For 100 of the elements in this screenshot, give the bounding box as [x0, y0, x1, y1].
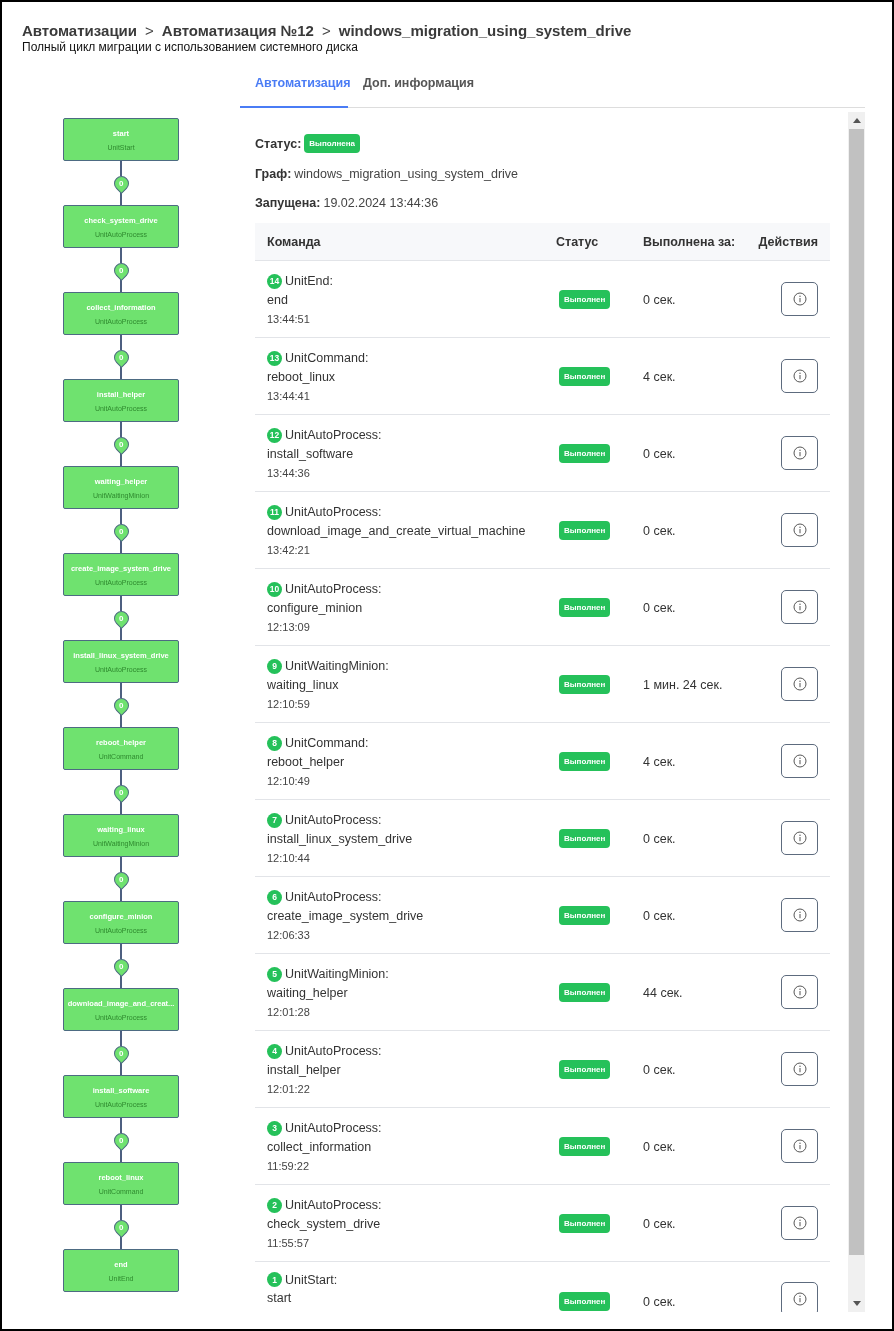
command-name: end — [267, 292, 288, 307]
command-name: check_system_drive — [267, 1216, 381, 1231]
command-time: 13:44:36 — [267, 466, 310, 479]
info-button[interactable] — [781, 1129, 818, 1163]
command-time: 12:10:49 — [267, 774, 310, 787]
started-label: Запущена: — [255, 195, 321, 210]
info-icon — [792, 523, 807, 537]
step-number-badge: 4 — [267, 1043, 282, 1059]
info-icon — [792, 600, 807, 614]
command-time: 13:44:51 — [267, 312, 310, 325]
info-button[interactable] — [781, 1282, 818, 1312]
command-type: UnitWaitingMinion: — [285, 659, 389, 673]
scroll-up-icon[interactable] — [852, 118, 861, 123]
step-number-badge: 12 — [267, 427, 282, 443]
step-number-badge: 8 — [267, 735, 282, 751]
column-header: Выполнена за: — [642, 234, 737, 249]
duration-cell: 0 сек. — [643, 524, 676, 538]
info-button[interactable] — [781, 282, 818, 316]
command-type: UnitWaitingMinion: — [285, 967, 389, 981]
status-badge: Выполнен — [559, 1292, 611, 1311]
step-number-badge: 14 — [267, 273, 282, 289]
info-button[interactable] — [781, 821, 818, 855]
info-button[interactable] — [781, 436, 818, 470]
command-type: UnitAutoProcess: — [285, 890, 382, 904]
graph-value: windows_migration_using_system_drive — [294, 166, 519, 181]
info-button[interactable] — [781, 975, 818, 1009]
info-icon — [792, 292, 807, 306]
scrollbar[interactable] — [848, 112, 865, 1312]
status-badge: Выполнен — [559, 366, 611, 386]
command-name: collect_information — [267, 1139, 372, 1154]
info-button[interactable] — [781, 667, 818, 701]
duration-cell: 0 сек. — [643, 601, 676, 615]
status-badge: Выполнен — [559, 289, 611, 309]
scroll-down-icon[interactable] — [852, 1301, 861, 1306]
duration-cell: 4 сек. — [643, 755, 676, 769]
command-name: waiting_linux — [267, 677, 339, 692]
command-time: 12:01:28 — [267, 1005, 310, 1018]
breadcrumb-separator: > — [145, 22, 154, 39]
step-number-badge: 5 — [267, 966, 282, 982]
info-icon — [792, 908, 807, 922]
status-badge: Выполнен — [559, 1059, 611, 1079]
info-button[interactable] — [781, 1052, 818, 1086]
duration-cell: 1 мин. 24 сек. — [643, 678, 723, 692]
info-button[interactable] — [781, 744, 818, 778]
command-type: UnitAutoProcess: — [285, 582, 382, 596]
tab[interactable]: Автоматизация — [240, 60, 348, 108]
page-subtitle: Полный цикл миграции с использованием системного диска — [22, 40, 359, 54]
step-number-badge: 3 — [267, 1120, 282, 1136]
step-number-badge: 13 — [267, 350, 282, 366]
info-icon — [792, 831, 807, 845]
command-name: install_software — [267, 446, 354, 461]
step-number-badge: 7 — [267, 812, 282, 828]
status-badge: Выполнен — [559, 674, 611, 694]
status-badge: Выполнен — [559, 1136, 611, 1156]
step-number-badge: 1 — [267, 1272, 282, 1287]
command-time: 13:42:21 — [267, 543, 310, 556]
breadcrumb-item[interactable]: Автоматизация №12 — [161, 22, 314, 39]
status-badge: Выполнен — [559, 443, 611, 463]
graph-label: Граф: — [255, 166, 292, 181]
info-icon — [792, 1139, 807, 1153]
status-badge: Выполнен — [559, 751, 611, 771]
command-name: reboot_helper — [267, 754, 345, 769]
info-icon — [792, 1062, 807, 1076]
step-number-badge: 11 — [267, 504, 282, 520]
step-number-badge: 6 — [267, 889, 282, 905]
command-name: configure_minion — [267, 600, 363, 615]
command-time: 11:55:57 — [267, 1236, 309, 1249]
command-type: UnitCommand: — [285, 736, 369, 750]
status-badge: Выполнен — [559, 828, 611, 848]
column-header: Команда — [266, 234, 322, 249]
command-type: UnitAutoProcess: — [285, 428, 382, 442]
step-number-badge: 9 — [267, 658, 282, 674]
breadcrumb-separator: > — [321, 22, 331, 39]
command-name: create_image_system_drive — [267, 908, 424, 923]
breadcrumb-item: windows_migration_using_system_drive — [338, 22, 632, 39]
step-number-badge: 10 — [267, 581, 282, 597]
command-type: UnitAutoProcess: — [285, 1044, 382, 1058]
command-name: install_helper — [267, 1062, 341, 1077]
command-type: UnitEnd: — [285, 274, 333, 288]
info-button[interactable] — [781, 1206, 818, 1240]
info-button[interactable] — [781, 590, 818, 624]
info-icon — [792, 677, 807, 691]
started-value: 19.02.2024 13:44:36 — [323, 195, 439, 210]
info-icon — [792, 369, 807, 383]
duration-cell: 44 сек. — [643, 986, 683, 1000]
column-header: Статус — [555, 234, 600, 249]
info-button[interactable] — [781, 898, 818, 932]
status-badge: Выполнен — [559, 597, 611, 617]
command-type: UnitStart: — [285, 1272, 338, 1287]
duration-cell: 4 сек. — [643, 370, 676, 384]
command-name: install_linux_system_drive — [267, 831, 413, 846]
info-button[interactable] — [781, 513, 818, 547]
status-label: Статус: — [255, 136, 302, 151]
command-time: 12:10:59 — [267, 697, 310, 710]
info-icon — [792, 754, 807, 768]
command-time: 11:59:22 — [267, 1159, 309, 1172]
command-time: 12:13:09 — [267, 620, 310, 633]
status-badge: Выполнена — [304, 134, 361, 153]
breadcrumb-item[interactable]: Автоматизации — [22, 22, 138, 39]
info-button[interactable] — [781, 359, 818, 393]
